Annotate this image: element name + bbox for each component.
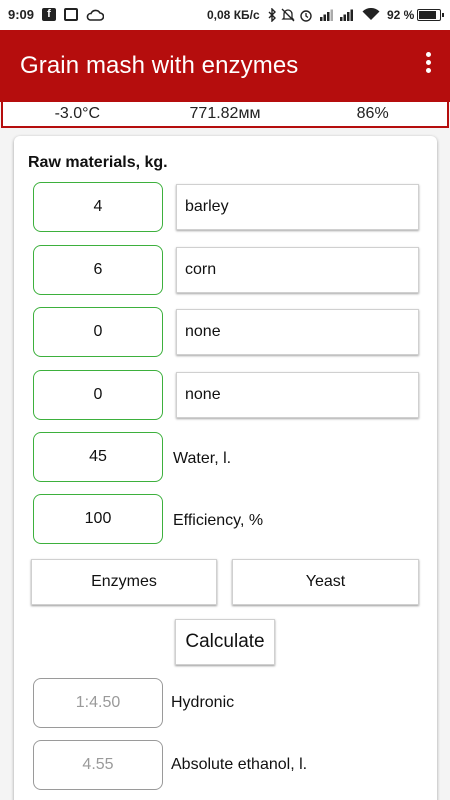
alarm-icon [300, 10, 312, 22]
pressure-value: 771.82мм [189, 105, 261, 122]
material-name-select[interactable]: none [176, 309, 419, 355]
network-speed: 0,08 КБ/с [207, 8, 260, 22]
bluetooth-icon [268, 8, 276, 22]
enzymes-button[interactable]: Enzymes [31, 559, 217, 605]
material-amount-input[interactable]: 6 [33, 245, 163, 295]
efficiency-input[interactable]: 100 [33, 494, 163, 544]
mute-icon [281, 8, 295, 22]
ethanol-output: 4.55 [33, 740, 163, 790]
efficiency-label: Efficiency, % [173, 512, 264, 529]
notification-icon [64, 8, 78, 21]
cloud-icon [86, 9, 104, 21]
page-title: Grain mash with enzymes [20, 52, 299, 79]
material-amount-input[interactable]: 4 [33, 182, 163, 232]
water-input[interactable]: 45 [33, 432, 163, 482]
material-amount-input[interactable]: 0 [33, 370, 163, 420]
status-time: 9:09 [8, 7, 35, 22]
battery-icon [417, 9, 444, 21]
app-bar: Grain mash with enzymes [0, 30, 450, 102]
mash-card: Raw materials, kg. 4 barley 6 corn 0 non… [14, 136, 437, 800]
yeast-button[interactable]: Yeast [232, 559, 419, 605]
signal-icon [340, 9, 353, 21]
hydronic-output: 1:4.50 [33, 678, 163, 728]
humidity-value: 86% [356, 105, 389, 122]
signal-icon [320, 9, 333, 21]
material-amount-input[interactable]: 0 [33, 307, 163, 357]
calculate-button[interactable]: Calculate [175, 619, 275, 665]
material-name-select[interactable]: corn [176, 247, 419, 293]
more-vert-icon[interactable] [420, 52, 436, 80]
hydronic-label: Hydronic [171, 694, 235, 711]
material-name-select[interactable]: none [176, 372, 419, 418]
temperature-value: -3.0°C [54, 105, 101, 122]
ethanol-label: Absolute ethanol, l. [171, 756, 308, 773]
conditions-bar: -3.0°C 771.82мм 86% [1, 102, 449, 128]
wifi-icon [362, 8, 380, 20]
battery-percent: 92 % [387, 8, 415, 22]
material-name-select[interactable]: barley [176, 184, 419, 230]
raw-materials-title: Raw materials, kg. [28, 154, 168, 171]
status-bar: 9:09 f 0,08 КБ/с 92 % [0, 0, 450, 30]
facebook-icon: f [42, 8, 56, 21]
water-label: Water, l. [173, 450, 232, 467]
